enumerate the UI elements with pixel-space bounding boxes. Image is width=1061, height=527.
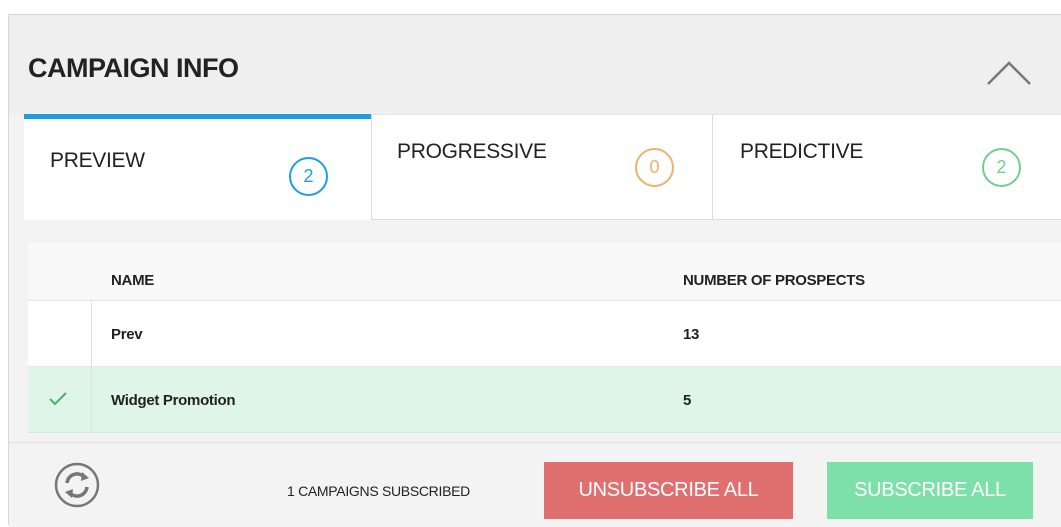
table-row[interactable]: Prev 13 bbox=[28, 301, 1061, 367]
subscription-status: 1 CAMPAIGNS SUBSCRIBED bbox=[287, 483, 470, 499]
tab-label: PROGRESSIVE bbox=[397, 140, 547, 163]
tab-count-badge: 0 bbox=[635, 148, 674, 187]
tab-count-badge: 2 bbox=[982, 148, 1021, 187]
panel-title: CAMPAIGN INFO bbox=[28, 53, 239, 83]
panel-header: CAMPAIGN INFO bbox=[9, 15, 1061, 114]
panel-footer: 1 CAMPAIGNS SUBSCRIBED UNSUBSCRIBE ALL S… bbox=[9, 442, 1061, 527]
tab-preview[interactable]: PREVIEW 2 bbox=[24, 114, 371, 220]
table-header: NAME NUMBER OF PROSPECTS bbox=[28, 242, 1061, 301]
tab-label: PREVIEW bbox=[50, 149, 145, 172]
prospect-count: 5 bbox=[683, 392, 692, 409]
subscribe-all-button[interactable]: SUBSCRIBE ALL bbox=[827, 462, 1033, 519]
campaign-type-tabs: PREVIEW 2 PROGRESSIVE 0 PREDICTIVE 2 bbox=[24, 114, 1061, 220]
refresh-icon[interactable] bbox=[53, 461, 101, 509]
tab-predictive[interactable]: PREDICTIVE 2 bbox=[712, 114, 1061, 220]
campaign-name: Prev bbox=[111, 326, 143, 343]
row-check-cell[interactable] bbox=[28, 301, 92, 366]
campaign-name: Widget Promotion bbox=[111, 392, 236, 409]
prospect-count: 13 bbox=[683, 326, 700, 343]
column-header-prospects: NUMBER OF PROSPECTS bbox=[683, 272, 865, 289]
chevron-up-icon[interactable] bbox=[984, 54, 1034, 88]
check-icon bbox=[49, 392, 67, 406]
row-check-cell[interactable] bbox=[28, 367, 92, 432]
table-row[interactable]: Widget Promotion 5 bbox=[28, 367, 1061, 433]
tab-progressive[interactable]: PROGRESSIVE 0 bbox=[371, 114, 712, 220]
tab-label: PREDICTIVE bbox=[740, 140, 864, 163]
column-header-name: NAME bbox=[111, 272, 154, 289]
unsubscribe-all-button[interactable]: UNSUBSCRIBE ALL bbox=[544, 462, 793, 519]
campaign-info-panel: CAMPAIGN INFO PREVIEW 2 PROGRESSIVE 0 PR… bbox=[8, 14, 1061, 527]
tab-count-badge: 2 bbox=[289, 157, 328, 196]
